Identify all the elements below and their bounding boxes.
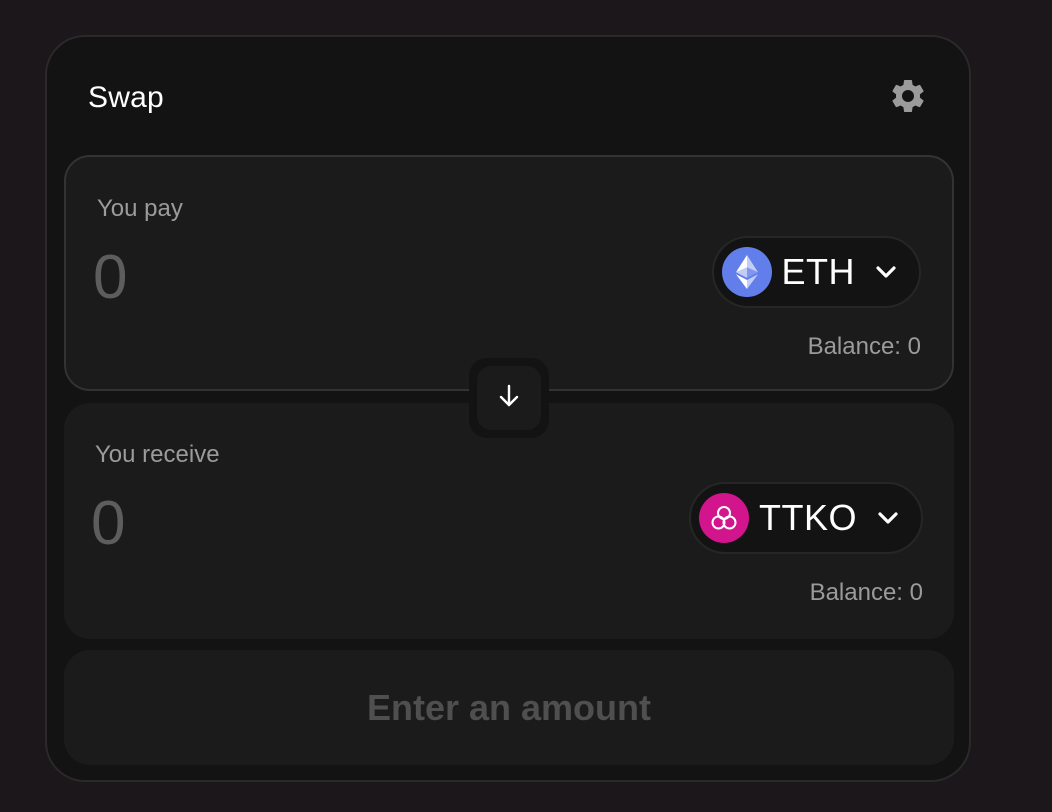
chevron-down-icon xyxy=(877,507,899,529)
swap-card: Swap You pay 0 ETH Balance: 0 You receiv… xyxy=(45,35,971,782)
receive-token-selector[interactable]: TTKO xyxy=(689,482,923,554)
gear-icon xyxy=(888,76,928,121)
pay-balance: Balance: 0 xyxy=(807,333,921,360)
pay-token-selector[interactable]: ETH xyxy=(711,236,921,308)
pay-token-symbol: ETH xyxy=(781,251,855,292)
page: Swap You pay 0 ETH Balance: 0 You receiv… xyxy=(0,0,1052,812)
swap-title: Swap xyxy=(88,81,164,114)
chevron-down-icon xyxy=(875,261,897,283)
pay-label: You pay xyxy=(97,195,183,222)
switch-tokens-button[interactable] xyxy=(477,366,541,430)
arrow-down-icon xyxy=(496,383,522,414)
switch-button-frame xyxy=(469,358,549,438)
receive-token-symbol: TTKO xyxy=(759,497,857,538)
receive-balance: Balance: 0 xyxy=(809,579,923,606)
enter-amount-button[interactable]: Enter an amount xyxy=(64,650,954,765)
pay-amount-input[interactable] xyxy=(93,239,513,315)
receive-amount-input[interactable] xyxy=(91,485,511,561)
receive-label: You receive xyxy=(95,441,220,468)
eth-logo-icon xyxy=(721,247,772,297)
ttko-logo-icon xyxy=(699,493,749,543)
settings-button[interactable] xyxy=(885,75,931,121)
pay-panel: You pay ETH xyxy=(64,155,954,391)
receive-panel: You receive TTKO Balance: 0 xyxy=(64,403,954,639)
